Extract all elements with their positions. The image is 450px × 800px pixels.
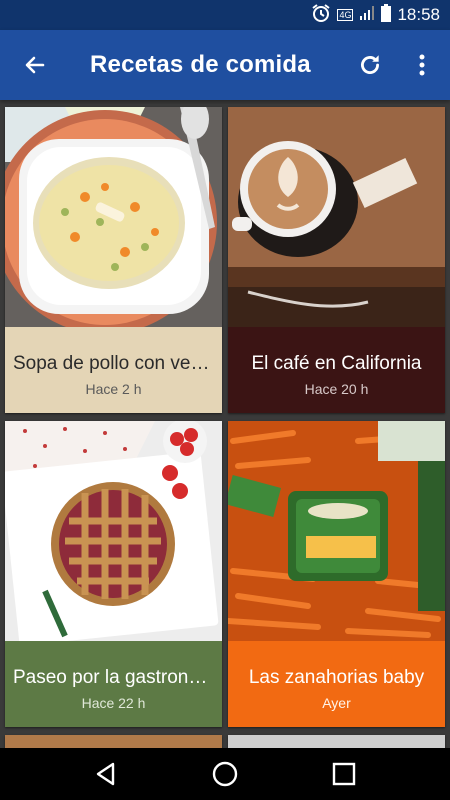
arrow-back-icon[interactable] xyxy=(15,45,55,85)
recipe-image xyxy=(5,107,222,327)
recipe-card[interactable]: Las zanahorias baby Ayer xyxy=(228,421,445,727)
signal-icon xyxy=(359,5,375,26)
status-time: 18:58 xyxy=(397,5,440,24)
recipe-image xyxy=(228,421,445,641)
refresh-icon[interactable] xyxy=(350,45,390,85)
recipe-image xyxy=(228,107,445,327)
recipe-grid: Sopa de pollo con verduras Hace 2 h xyxy=(0,100,450,748)
recipe-time: Hace 2 h xyxy=(85,381,142,397)
square-recents-icon[interactable] xyxy=(324,754,364,794)
triangle-back-icon[interactable] xyxy=(86,754,126,794)
recipe-time: Ayer xyxy=(322,695,351,711)
recipe-caption: Sopa de pollo con verduras Hace 2 h xyxy=(5,327,222,413)
recipe-card[interactable]: Sopa de pollo con verduras Hace 2 h xyxy=(5,107,222,413)
recipe-card[interactable] xyxy=(5,735,222,748)
battery-icon xyxy=(381,3,392,27)
status-icons: 4G 18:58 xyxy=(311,0,440,30)
network-type-icon: 4G xyxy=(337,9,354,21)
recipe-caption: Las zanahorias baby Ayer xyxy=(228,641,445,727)
recipe-title: Sopa de pollo con verduras xyxy=(13,353,214,374)
app-bar: Recetas de comida xyxy=(0,30,450,100)
recipe-title: El café en California xyxy=(251,353,422,374)
recipe-time: Hace 22 h xyxy=(81,695,146,711)
navigation-bar xyxy=(0,748,450,800)
status-bar: 4G 18:58 xyxy=(0,0,450,30)
recipe-caption: Paseo por la gastronomía Hace 22 h xyxy=(5,641,222,727)
page-title: Recetas de comida xyxy=(90,51,311,78)
recipe-card[interactable]: Paseo por la gastronomía Hace 22 h xyxy=(5,421,222,727)
recipe-image xyxy=(5,421,222,641)
recipe-card[interactable]: El café en California Hace 20 h xyxy=(228,107,445,413)
recipe-title: Las zanahorias baby xyxy=(248,667,425,688)
recipe-title: Paseo por la gastronomía xyxy=(13,667,214,688)
more-vert-icon[interactable] xyxy=(402,45,442,85)
recipe-time: Hace 20 h xyxy=(304,381,369,397)
alarm-icon xyxy=(311,3,331,28)
recipe-image xyxy=(5,735,222,748)
circle-home-icon[interactable] xyxy=(205,754,245,794)
recipe-caption: El café en California Hace 20 h xyxy=(228,327,445,413)
recipe-image xyxy=(228,735,445,748)
recipe-card[interactable] xyxy=(228,735,445,748)
